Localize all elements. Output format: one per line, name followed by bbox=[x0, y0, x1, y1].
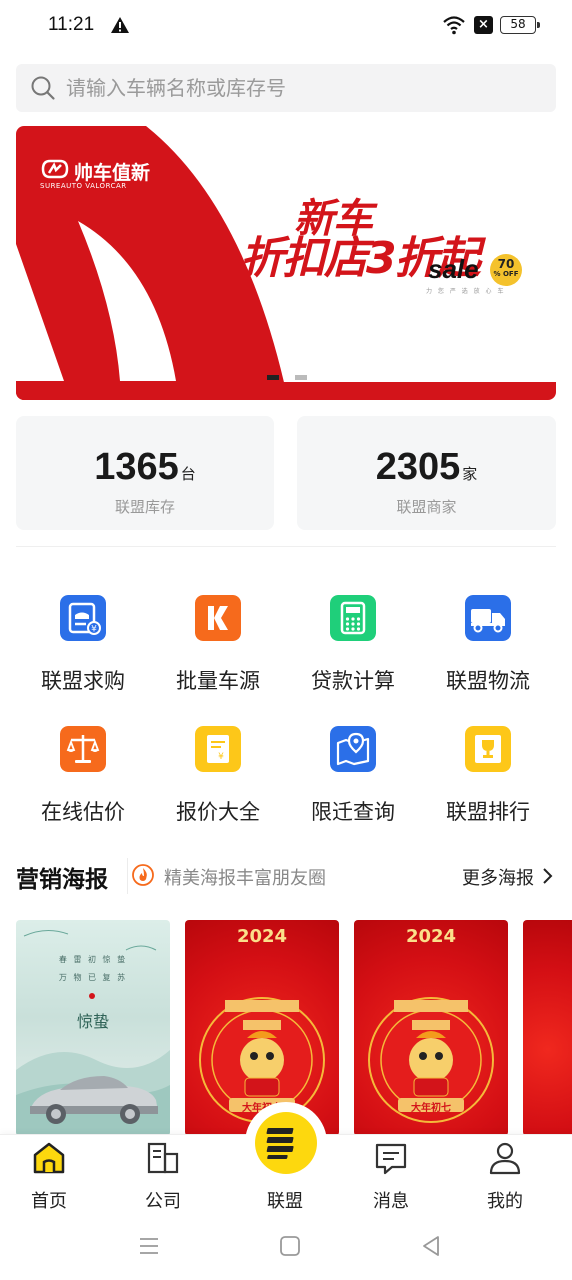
promo-banner[interactable]: 帅车值新 SUREAUTO VALORCAR 新车 折扣店3折起 sale 70… bbox=[16, 126, 556, 400]
banner-brand-name: 帅车值新 bbox=[74, 162, 151, 184]
trophy-icon bbox=[465, 726, 511, 772]
search-bar[interactable] bbox=[16, 64, 556, 112]
marketing-subtitle: 精美海报丰富朋友圈 bbox=[164, 868, 326, 889]
bulk-source-icon bbox=[195, 595, 241, 641]
company-icon bbox=[147, 1142, 179, 1174]
banner-discount-badge: 70 % OFF bbox=[490, 254, 522, 286]
stat-merchants[interactable]: 2305 家 联盟商家 bbox=[297, 416, 556, 530]
poster-line: 万 物 已 复 苏 bbox=[58, 973, 128, 982]
nav-profile[interactable]: 我的 bbox=[460, 1135, 550, 1225]
badge-number: 70 bbox=[497, 257, 515, 271]
warning-icon bbox=[111, 17, 129, 33]
back-icon[interactable] bbox=[419, 1234, 443, 1258]
banner-brand-sub: SUREAUTO VALORCAR bbox=[40, 182, 127, 190]
feature-label: 在线估价 bbox=[41, 800, 125, 824]
stat-value: 2305 bbox=[375, 446, 461, 488]
feature-purchase-request[interactable]: ¥ 联盟求购 bbox=[23, 595, 143, 705]
poster-title: 惊蛰 bbox=[76, 1012, 109, 1031]
feature-label: 限迁查询 bbox=[311, 800, 395, 824]
nav-label: 我的 bbox=[487, 1191, 523, 1212]
feature-loan-calculator[interactable]: 贷款计算 bbox=[293, 595, 413, 705]
nav-messages[interactable]: 消息 bbox=[346, 1135, 436, 1225]
system-navigation-bar bbox=[0, 1224, 572, 1280]
price-list-icon: ¥ bbox=[195, 726, 241, 772]
banner-tagline: 力 您 严 选 放 心 车 bbox=[426, 288, 506, 295]
purchase-request-icon: ¥ bbox=[60, 595, 106, 641]
poster-year: 2024 bbox=[236, 926, 288, 947]
brand-logo-icon bbox=[41, 159, 69, 179]
feature-label: 报价大全 bbox=[176, 800, 260, 824]
poster-card[interactable]: 春 雷 初 惊 蛰 万 物 已 复 苏 惊蛰 bbox=[16, 920, 170, 1136]
stat-label: 联盟商家 bbox=[396, 498, 457, 516]
truck-icon bbox=[465, 595, 511, 641]
feature-bulk-source[interactable]: 批量车源 bbox=[158, 595, 278, 705]
poster-card[interactable]: 2024 大年初六 bbox=[185, 920, 339, 1136]
menu-icon[interactable] bbox=[137, 1234, 161, 1258]
feature-logistics[interactable]: 联盟物流 bbox=[428, 595, 548, 705]
feature-label: 联盟排行 bbox=[446, 800, 530, 824]
nav-company[interactable]: 公司 bbox=[118, 1135, 208, 1225]
badge-unit: % OFF bbox=[493, 270, 519, 278]
carousel-dot-active[interactable] bbox=[267, 375, 279, 380]
calculator-icon bbox=[330, 595, 376, 641]
nav-home[interactable]: 首页 bbox=[4, 1135, 94, 1225]
feature-ranking[interactable]: 联盟排行 bbox=[428, 726, 548, 836]
poster-caption: 大年初七 bbox=[411, 1103, 451, 1114]
feature-label: 联盟求购 bbox=[41, 669, 125, 693]
feature-valuation[interactable]: 在线估价 bbox=[23, 726, 143, 836]
stat-unit: 台 bbox=[180, 465, 196, 483]
status-bar: 11:21 × 58 bbox=[0, 0, 572, 52]
nav-label: 联盟 bbox=[267, 1191, 303, 1212]
svg-text:¥: ¥ bbox=[218, 752, 224, 762]
scale-icon bbox=[60, 726, 106, 772]
notification-off-icon: × bbox=[474, 16, 493, 34]
section-divider bbox=[16, 546, 556, 547]
wifi-icon bbox=[443, 16, 465, 35]
nav-label: 首页 bbox=[31, 1191, 67, 1212]
stat-unit: 家 bbox=[462, 465, 478, 483]
chevron-right-icon[interactable] bbox=[542, 866, 554, 886]
feature-restriction-query[interactable]: 限迁查询 bbox=[293, 726, 413, 836]
fire-icon bbox=[132, 864, 154, 886]
status-time: 11:21 bbox=[48, 14, 95, 35]
svg-text:¥: ¥ bbox=[91, 625, 97, 635]
banner-sale: sale bbox=[428, 254, 479, 284]
nav-label: 消息 bbox=[373, 1191, 409, 1212]
more-posters-link[interactable]: 更多海报 bbox=[462, 864, 534, 890]
nav-label: 公司 bbox=[145, 1191, 181, 1212]
home-square-icon[interactable] bbox=[278, 1234, 302, 1258]
search-input[interactable] bbox=[66, 64, 536, 112]
battery-indicator: 58 bbox=[500, 16, 540, 34]
map-location-icon bbox=[330, 726, 376, 772]
home-icon bbox=[33, 1142, 65, 1174]
feature-label: 贷款计算 bbox=[311, 669, 395, 693]
poster-card-partial[interactable] bbox=[523, 920, 572, 1136]
poster-card[interactable]: 2024 大年初七 bbox=[354, 920, 508, 1136]
marketing-section-title: 营销海报 bbox=[16, 867, 108, 893]
alliance-icon bbox=[266, 1128, 294, 1159]
search-icon bbox=[31, 76, 55, 100]
feature-price-list[interactable]: ¥ 报价大全 bbox=[158, 726, 278, 836]
feature-label: 联盟物流 bbox=[446, 669, 530, 693]
poster-line: 春 雷 初 惊 蛰 bbox=[58, 955, 128, 964]
feature-label: 批量车源 bbox=[176, 669, 260, 693]
section-separator bbox=[127, 858, 128, 894]
alliance-center-button[interactable] bbox=[255, 1112, 317, 1174]
message-icon bbox=[375, 1143, 407, 1175]
stat-value: 1365 bbox=[94, 446, 179, 488]
profile-icon bbox=[489, 1142, 521, 1175]
stat-inventory[interactable]: 1365 台 联盟库存 bbox=[16, 416, 274, 530]
poster-year: 2024 bbox=[405, 926, 457, 947]
stat-label: 联盟库存 bbox=[114, 498, 175, 516]
carousel-dot[interactable] bbox=[295, 375, 307, 380]
